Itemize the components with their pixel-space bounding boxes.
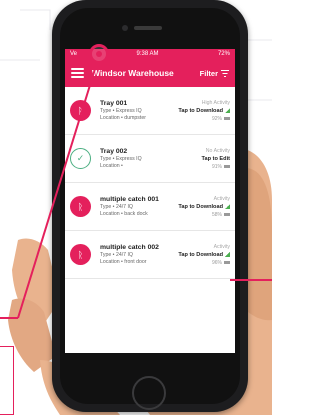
list-item[interactable]: ᚱ Tray 001 Type • Express IQ Location • … (65, 87, 235, 135)
battery-indicator: 72% (217, 51, 230, 57)
item-info: Tray 002 Type • Express IQ Location • (100, 147, 172, 171)
activity-label: High Activity (201, 99, 230, 106)
action-label[interactable]: Tap to Download (172, 251, 230, 259)
item-type: Type • Express IQ (100, 155, 142, 162)
carrier-label: Ve (70, 51, 78, 57)
item-name: multiple catch 002 (100, 243, 159, 251)
battery-icon (224, 212, 230, 216)
activity-label: Activity (213, 243, 230, 250)
item-battery: 91% (172, 163, 230, 171)
bluetooth-icon: ᚱ (70, 244, 91, 265)
item-battery: 58% (172, 211, 230, 219)
filter-label: Filter (199, 68, 218, 78)
battery-icon (224, 164, 230, 168)
page-title: Windsor Warehouse (92, 68, 174, 78)
phone-device: Ve 9:38 AM 72% Windsor Warehouse Filter … (52, 0, 248, 412)
item-location: Location • back dock (100, 211, 148, 217)
bluetooth-icon: ᚱ (70, 196, 91, 217)
item-info: Tray 001 Type • Express IQ Location • du… (100, 99, 172, 123)
filter-button[interactable]: Filter (200, 69, 229, 78)
earpiece-speaker (134, 26, 162, 30)
signal-icon (225, 203, 230, 209)
item-name: Tray 001 (100, 99, 128, 107)
action-label[interactable]: Tap to Download (172, 203, 230, 211)
battery-icon (224, 116, 230, 120)
clock: 9:38 AM (136, 51, 159, 57)
hamburger-menu-icon[interactable] (71, 68, 84, 78)
item-location: Location • front door (100, 259, 147, 265)
device-list: ᚱ Tray 001 Type • Express IQ Location • … (65, 87, 235, 279)
item-status: Activity Tap to Download 96% (172, 243, 230, 267)
item-name: Tray 002 (100, 147, 128, 155)
item-status: High Activity Tap to Download 92% (172, 99, 230, 123)
activity-label: No Activity (205, 147, 230, 154)
item-info: multiple catch 001 Type • 24/7 IQ Locati… (100, 195, 172, 219)
action-label[interactable]: Tap to Download (172, 107, 230, 115)
item-status: No Activity Tap to Edit 91% (172, 147, 230, 171)
item-info: multiple catch 002 Type • 24/7 IQ Locati… (100, 243, 172, 267)
activity-label: Activity (213, 195, 230, 202)
item-type: Type • 24/7 IQ (100, 203, 133, 210)
home-button[interactable] (132, 376, 166, 410)
title-bar: Windsor Warehouse Filter (65, 59, 235, 87)
item-location: Location • (100, 163, 123, 169)
battery-icon (224, 260, 230, 264)
item-location: Location • dumpster (100, 115, 146, 121)
item-battery: 96% (172, 259, 230, 267)
bluetooth-icon: ᚱ (70, 100, 91, 121)
list-item[interactable]: ᚱ multiple catch 002 Type • 24/7 IQ Loca… (65, 231, 235, 279)
app-screen: Ve 9:38 AM 72% Windsor Warehouse Filter … (65, 49, 235, 353)
list-item[interactable]: ✓ Tray 002 Type • Express IQ Location • … (65, 135, 235, 183)
item-battery: 92% (172, 115, 230, 123)
signal-icon (225, 107, 230, 113)
item-name: multiple catch 001 (100, 195, 159, 203)
item-type: Type • Express IQ (100, 107, 142, 114)
action-label[interactable]: Tap to Edit (172, 155, 230, 163)
callout-box (0, 346, 14, 415)
item-status: Activity Tap to Download 58% (172, 195, 230, 219)
filter-icon (221, 69, 229, 77)
list-item[interactable]: ᚱ multiple catch 001 Type • 24/7 IQ Loca… (65, 183, 235, 231)
front-camera (122, 25, 128, 31)
signal-icon (225, 251, 230, 257)
check-circle-icon: ✓ (70, 148, 91, 169)
item-type: Type • 24/7 IQ (100, 251, 133, 258)
callout-marker (89, 44, 109, 64)
